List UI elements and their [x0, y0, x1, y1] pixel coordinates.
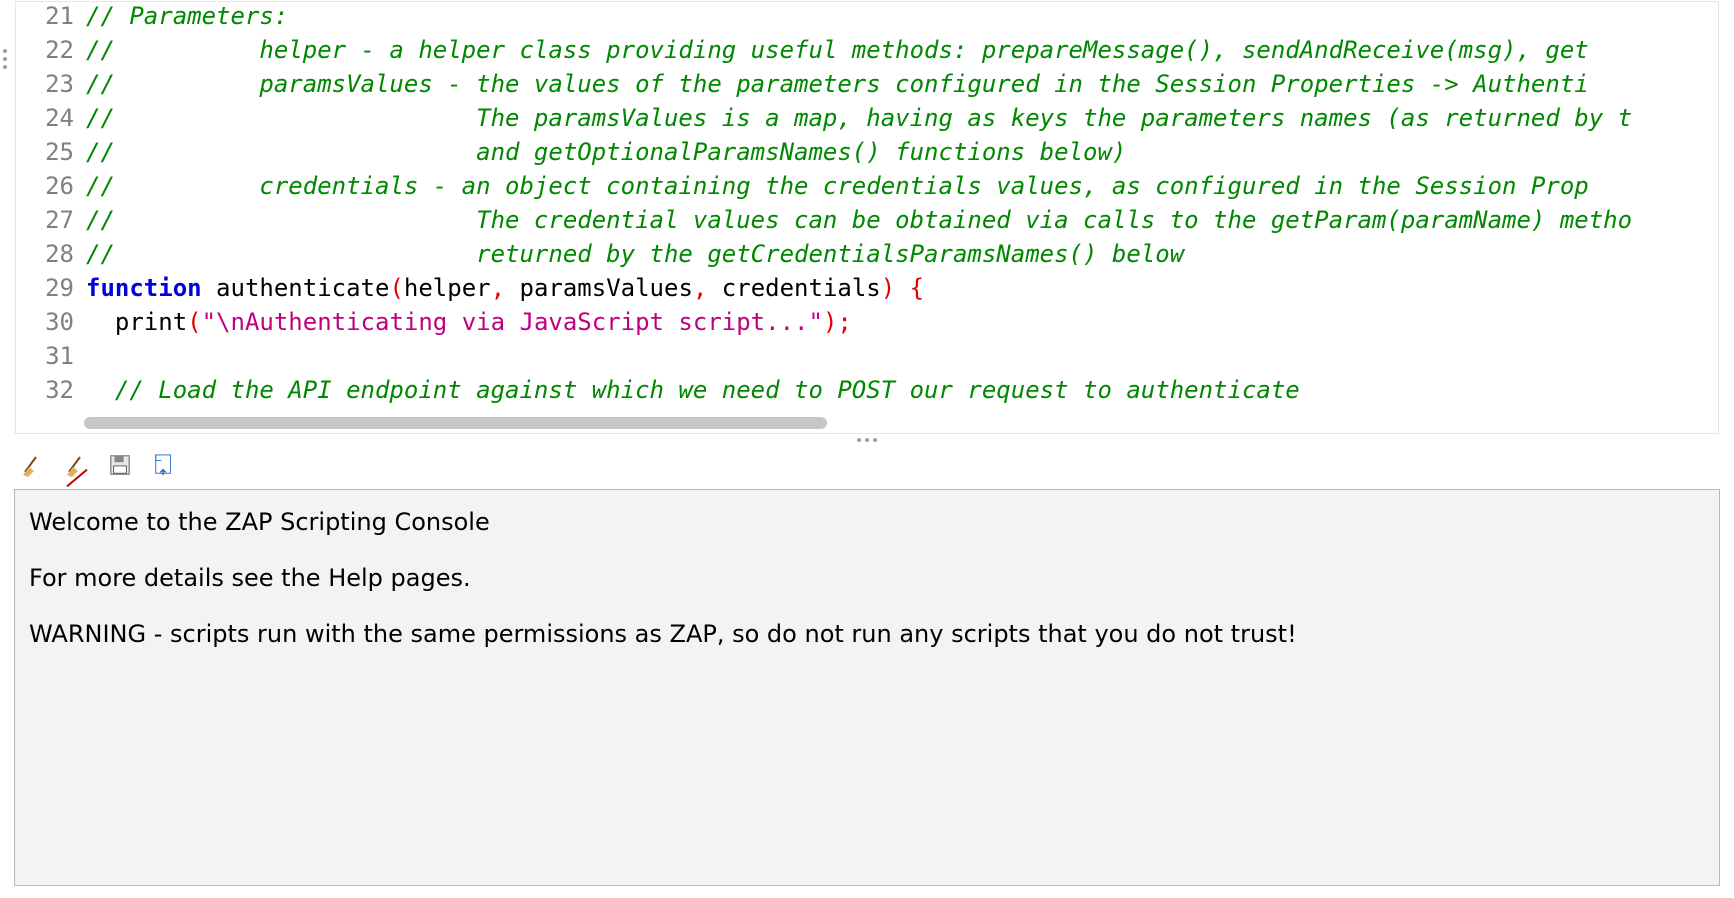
code-line[interactable]: 30 print("\nAuthenticating via JavaScrip… — [16, 308, 1718, 342]
editor-horizontal-scrollbar[interactable] — [84, 417, 1700, 429]
code-line[interactable]: 32 // Load the API endpoint against whic… — [16, 376, 1718, 410]
code-line[interactable]: 27// The credential values can be obtain… — [16, 206, 1718, 240]
code-line[interactable]: 25// and getOptionalParamsNames() functi… — [16, 138, 1718, 172]
code-line[interactable]: 21// Parameters: — [16, 2, 1718, 36]
code-line[interactable]: 23// paramsValues - the values of the pa… — [16, 70, 1718, 104]
code-line[interactable]: 26// credentials - an object containing … — [16, 172, 1718, 206]
export-output-button[interactable] — [150, 453, 178, 481]
console-line: WARNING - scripts run with the same perm… — [29, 620, 1705, 648]
code-line[interactable]: 29function authenticate(helper, paramsVa… — [16, 274, 1718, 308]
line-number: 29 — [16, 274, 84, 302]
clear-on-run-toggle[interactable] — [62, 453, 90, 481]
code-editor-panel: 21// Parameters:22// helper - a helper c… — [0, 0, 1734, 435]
code-line[interactable]: 22// helper - a helper class providing u… — [16, 36, 1718, 70]
console-line: For more details see the Help pages. — [29, 564, 1705, 592]
code-content[interactable]: // The credential values can be obtained… — [84, 206, 1632, 234]
code-content[interactable]: // Load the API endpoint against which w… — [84, 376, 1300, 404]
code-content[interactable]: // paramsValues - the values of the para… — [84, 70, 1589, 98]
page-export-icon — [153, 453, 175, 481]
broom-icon — [20, 453, 44, 481]
line-number: 25 — [16, 138, 84, 166]
line-number: 31 — [16, 342, 84, 370]
line-number: 21 — [16, 2, 84, 30]
save-output-button[interactable] — [106, 453, 134, 481]
broom-strike-icon — [64, 453, 88, 481]
line-number: 22 — [16, 36, 84, 64]
line-number: 28 — [16, 240, 84, 268]
floppy-icon — [109, 454, 131, 480]
code-content[interactable]: // and getOptionalParamsNames() function… — [84, 138, 1126, 166]
line-number: 32 — [16, 376, 84, 404]
code-content[interactable]: function authenticate(helper, paramsValu… — [84, 274, 924, 302]
console-line: Welcome to the ZAP Scripting Console — [29, 508, 1705, 536]
line-number: 23 — [16, 70, 84, 98]
line-number: 30 — [16, 308, 84, 336]
code-content[interactable]: // credentials - an object containing th… — [84, 172, 1589, 200]
code-content[interactable]: // The paramsValues is a map, having as … — [84, 104, 1632, 132]
code-line[interactable]: 24// The paramsValues is a map, having a… — [16, 104, 1718, 138]
code-content[interactable]: // returned by the getCredentialsParamsN… — [84, 240, 1184, 268]
line-number: 26 — [16, 172, 84, 200]
code-content[interactable]: // Parameters: — [84, 2, 288, 30]
vertical-split-grip[interactable] — [3, 49, 7, 69]
horizontal-split-grip[interactable] — [0, 435, 1734, 445]
console-toolbar — [0, 445, 1734, 489]
line-number: 24 — [16, 104, 84, 132]
line-number: 27 — [16, 206, 84, 234]
clear-console-button[interactable] — [18, 453, 46, 481]
code-content[interactable]: print("\nAuthenticating via JavaScript s… — [84, 308, 852, 336]
scripting-console-output[interactable]: Welcome to the ZAP Scripting Console For … — [14, 489, 1720, 886]
code-editor[interactable]: 21// Parameters:22// helper - a helper c… — [15, 1, 1719, 434]
code-line[interactable]: 31 — [16, 342, 1718, 376]
code-line[interactable]: 28// returned by the getCredentialsParam… — [16, 240, 1718, 274]
code-content[interactable]: // helper - a helper class providing use… — [84, 36, 1589, 64]
